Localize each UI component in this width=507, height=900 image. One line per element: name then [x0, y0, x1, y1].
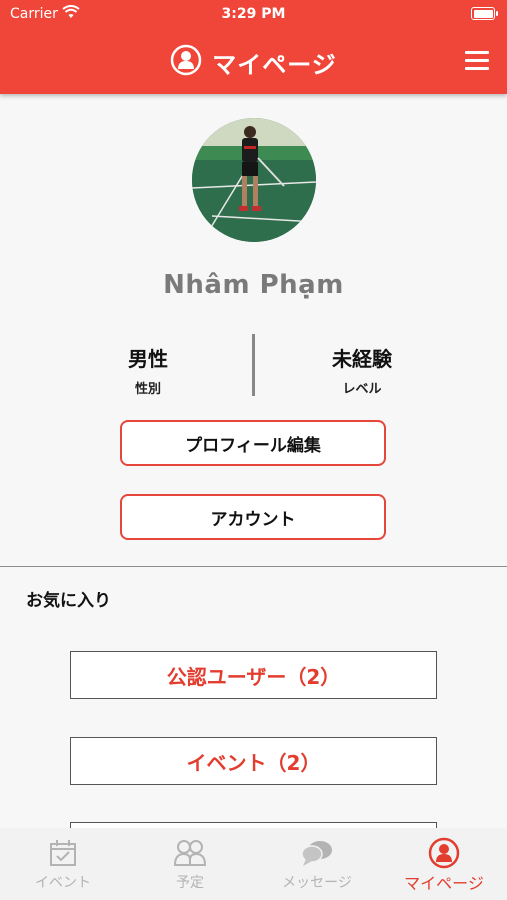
gender-label: 性別	[134, 382, 161, 397]
favorite-users-button[interactable]: 公認ユーザー（2）	[70, 651, 437, 699]
favorite-events-button[interactable]: イベント（2）	[70, 737, 437, 785]
status-bar: Carrier 3:29 PM	[0, 0, 507, 28]
level-stat: 未経験 レベル	[282, 343, 442, 397]
level-label: レベル	[342, 382, 382, 397]
tab-messages-label: メッセージ	[282, 875, 352, 891]
battery-icon	[471, 7, 498, 20]
tab-mypage[interactable]: マイページ	[381, 828, 507, 900]
edit-profile-button[interactable]: プロフィール編集	[120, 420, 386, 466]
gender-stat: 男性 性別	[68, 343, 228, 397]
level-value: 未経験	[332, 347, 392, 371]
chat-bubbles-icon	[254, 836, 380, 870]
tab-schedule[interactable]: 予定	[127, 828, 253, 900]
tab-messages[interactable]: メッセージ	[254, 828, 380, 900]
app-header: Carrier 3:29 PM マイページ	[0, 0, 507, 94]
account-button[interactable]: アカウント	[120, 494, 386, 540]
page-title: マイページ	[212, 50, 337, 79]
title-bar: マイページ	[0, 42, 507, 82]
people-icon	[127, 836, 253, 870]
avatar[interactable]	[192, 118, 316, 242]
user-name: Nhâm Phạm	[163, 270, 344, 300]
tab-bar: イベント 予定 メッセージ マイページ	[0, 828, 507, 900]
section-divider	[0, 566, 507, 567]
tab-schedule-label: 予定	[176, 875, 204, 891]
stat-divider	[252, 334, 255, 396]
tab-mypage-label: マイページ	[404, 874, 484, 893]
user-circle-icon	[170, 44, 202, 80]
favorites-title: お気に入り	[26, 591, 111, 611]
hamburger-menu-icon[interactable]	[465, 51, 489, 71]
tab-events-label: イベント	[35, 875, 91, 891]
calendar-icon	[0, 836, 126, 870]
clock: 3:29 PM	[221, 6, 286, 22]
tab-events[interactable]: イベント	[0, 828, 126, 900]
user-circle-icon	[381, 836, 507, 870]
gender-value: 男性	[128, 347, 168, 371]
